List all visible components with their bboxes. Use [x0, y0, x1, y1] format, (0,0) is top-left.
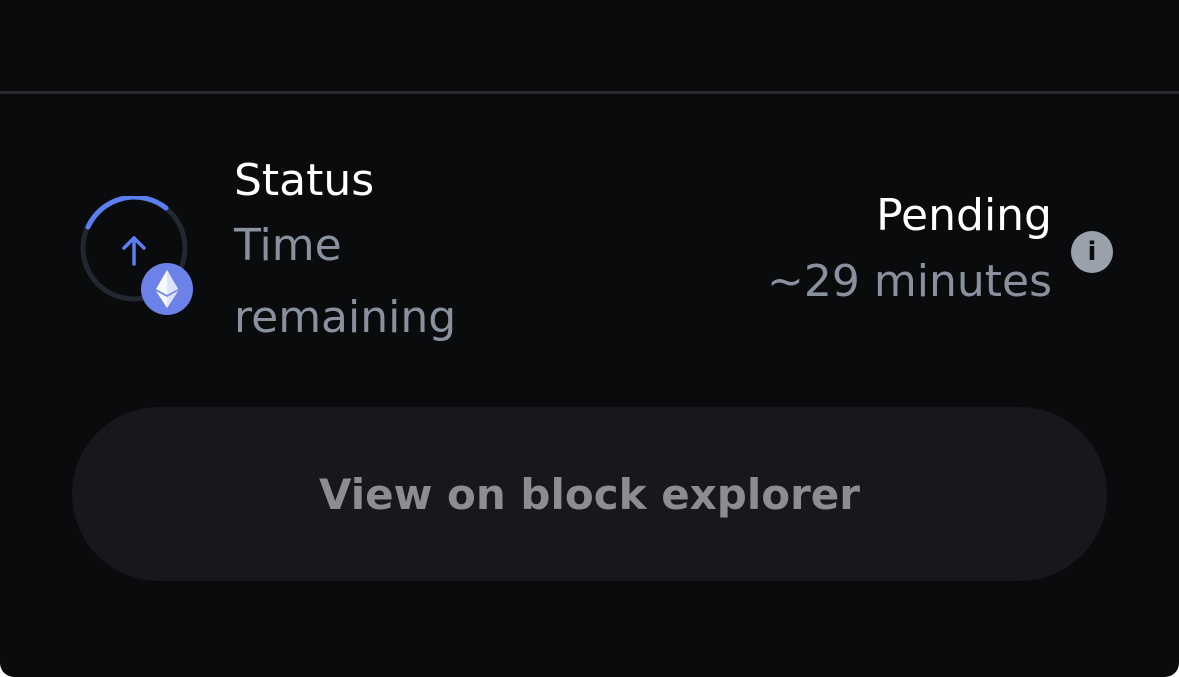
status-value: Pending: [876, 190, 1052, 241]
time-remaining-label: Time remaining: [234, 220, 457, 343]
transaction-status-card: Status Time remaining Pending ~29 minute…: [0, 0, 1179, 677]
section-divider: [0, 91, 1179, 94]
status-label: Status: [234, 155, 375, 206]
view-on-block-explorer-button[interactable]: View on block explorer: [72, 407, 1107, 581]
arrow-up-icon: [122, 236, 146, 266]
transaction-progress-icon: [79, 196, 197, 318]
status-values: Pending ~29 minutes: [767, 186, 1052, 318]
ethereum-icon: [141, 263, 193, 315]
view-on-block-explorer-label: View on block explorer: [318, 469, 861, 519]
time-remaining-value: ~29 minutes: [767, 256, 1052, 307]
info-icon[interactable]: i: [1071, 231, 1113, 273]
status-labels: Status Time remaining: [234, 152, 634, 354]
